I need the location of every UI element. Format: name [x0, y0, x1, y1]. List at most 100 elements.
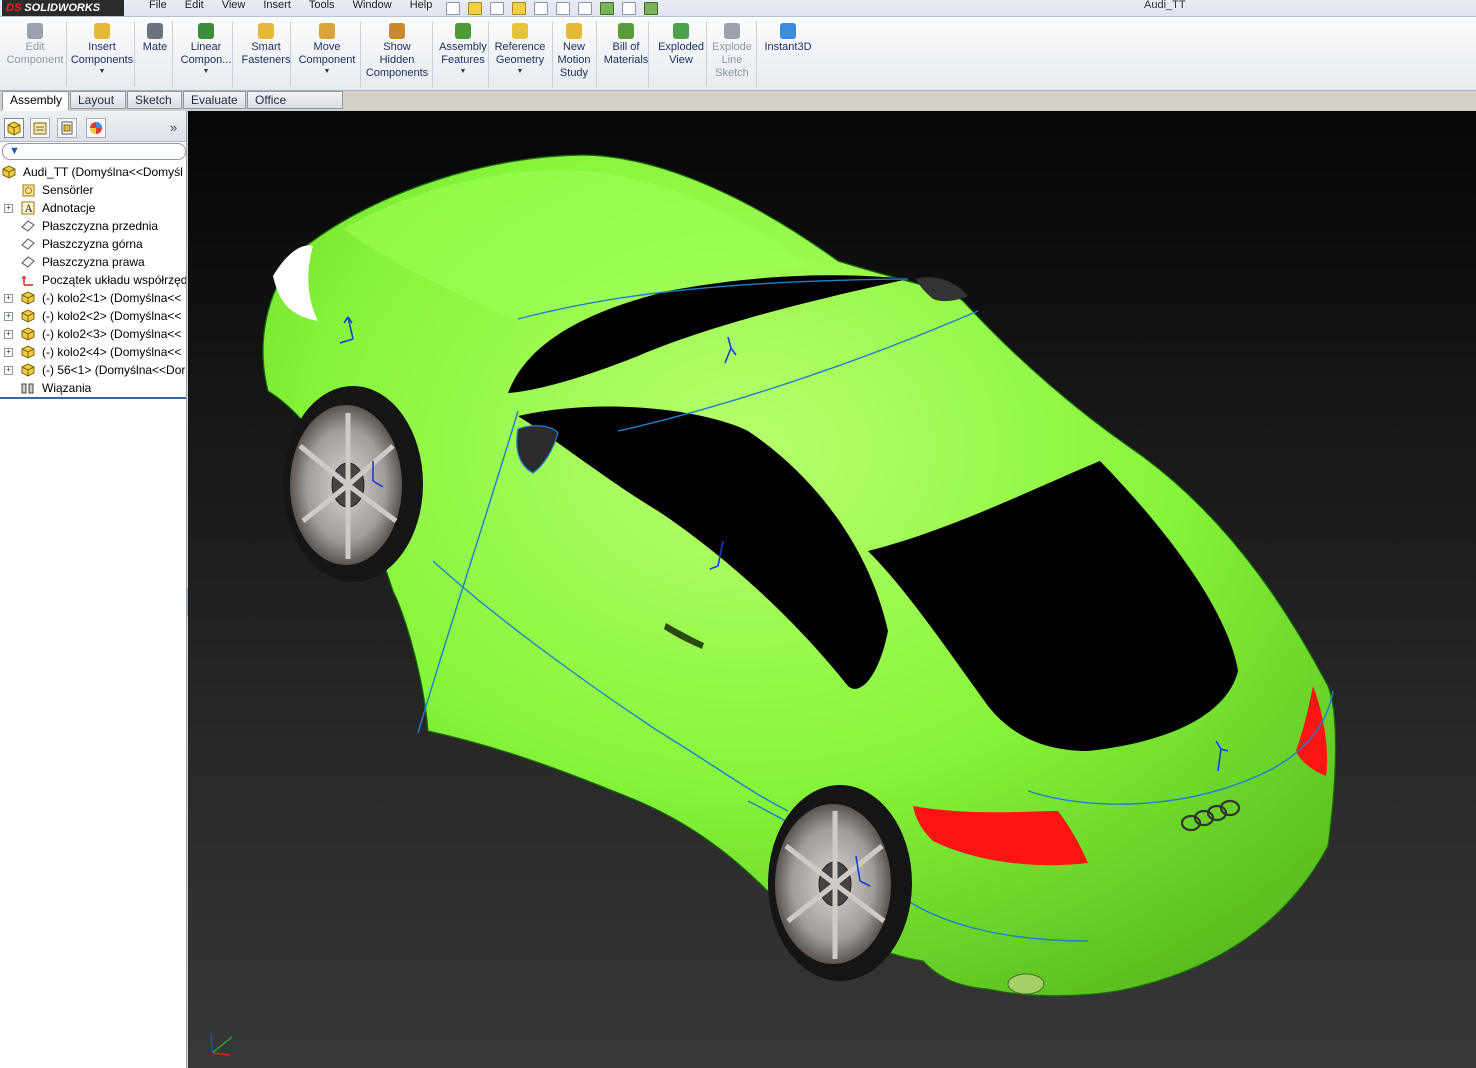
menu-view[interactable]: View	[213, 0, 255, 16]
part-icon	[21, 291, 35, 305]
ribbon-separator	[134, 21, 135, 87]
car-model-view[interactable]	[188, 111, 1476, 1068]
tree-root-assembly[interactable]: Audi_TT (Domyślna<<Domyśl	[0, 163, 186, 181]
ribbon-button-smart-fasteners[interactable]: Smart Fasteners	[238, 21, 294, 67]
menu-file[interactable]: File	[140, 0, 176, 16]
print-icon[interactable]	[534, 1, 548, 15]
expand-toggle-icon[interactable]: +	[4, 294, 13, 303]
annotation-icon: A	[21, 201, 35, 215]
ribbon-button-show-hidden-components[interactable]: Show Hidden Components	[364, 21, 430, 80]
tree-item-label: (-) 56<1> (Domyślna<<Dor	[42, 363, 186, 377]
ribbon-button-move-component[interactable]: Move Component ▼	[296, 21, 358, 77]
menu-help[interactable]: Help	[401, 0, 442, 16]
expand-toggle-icon[interactable]: +	[4, 204, 13, 213]
tree-item[interactable]: Płaszczyzna górna	[0, 235, 186, 253]
tree-item-label: Początek układu współrzędn	[42, 273, 186, 287]
ribbon-button-bill-of-materials[interactable]: Bill of Materials	[601, 21, 651, 67]
display-manager-tab[interactable]	[86, 118, 106, 138]
front-wheel[interactable]	[283, 386, 423, 582]
expand-toggle-icon[interactable]: +	[4, 330, 13, 339]
open-folder-icon[interactable]	[468, 1, 482, 15]
ribbon-separator	[172, 21, 173, 87]
ribbon-button-edit-component[interactable]: Edit Component	[4, 21, 66, 67]
solidworks-logo[interactable]: DS SOLIDWORKS	[2, 0, 124, 16]
ribbon-separator	[596, 21, 597, 87]
plane-icon	[21, 220, 35, 232]
tree-item[interactable]: + (-) kolo2<1> (Domyślna<<	[0, 289, 186, 307]
part-icon	[21, 363, 35, 377]
dropdown-arrow-icon[interactable]: ▼	[176, 67, 236, 77]
expand-toggle-icon[interactable]: +	[4, 312, 13, 321]
insert-components-icon	[94, 23, 110, 39]
ribbon-button-mate[interactable]: Mate	[140, 21, 170, 54]
select-arrow-icon[interactable]	[578, 1, 592, 15]
filter-bar[interactable]: ▼	[2, 143, 186, 160]
property-manager-icon	[33, 122, 47, 135]
dropdown-arrow-icon[interactable]: ▼	[296, 67, 358, 77]
ribbon-button-label: Assembly Features	[439, 41, 487, 66]
expand-toggle-icon[interactable]: +	[4, 348, 13, 357]
tab-office-products[interactable]: Office Products	[247, 91, 343, 124]
dropdown-arrow-icon[interactable]: ▼	[70, 67, 134, 77]
tree-item[interactable]: + (-) kolo2<2> (Domyślna<<	[0, 307, 186, 325]
mate-icon	[147, 23, 163, 39]
dropdown-arrow-icon[interactable]: ▼	[492, 67, 548, 77]
file-properties-icon[interactable]	[622, 1, 636, 15]
property-manager-tab[interactable]	[30, 118, 50, 138]
menu-edit[interactable]: Edit	[176, 0, 213, 16]
feature-manager-tab[interactable]	[4, 118, 24, 138]
tree-item[interactable]: + (-) kolo2<3> (Domyślna<<	[0, 325, 186, 343]
tree-item[interactable]: Sensörler	[0, 181, 186, 199]
tree-item[interactable]: + (-) 56<1> (Domyślna<<Dor	[0, 361, 186, 379]
options-icon[interactable]	[644, 1, 658, 15]
filter-icon[interactable]: ▼	[9, 145, 20, 157]
ribbon-button-insert-components[interactable]: Insert Components ▼	[70, 21, 134, 77]
graphics-area[interactable]	[188, 111, 1476, 1068]
tab-assembly[interactable]: Assembly	[2, 91, 69, 111]
ribbon-button-linear-compon[interactable]: Linear Compon... ▼	[176, 21, 236, 77]
tree-item[interactable]: Wiązania	[0, 379, 186, 397]
dropdown-arrow-icon[interactable]: ▼	[436, 67, 490, 77]
tree-item[interactable]: Płaszczyzna przednia	[0, 217, 186, 235]
configuration-manager-tab[interactable]	[57, 118, 77, 138]
save-icon[interactable]	[490, 1, 504, 15]
tree-item[interactable]: + A Adnotacje	[0, 199, 186, 217]
tree-item[interactable]: Początek układu współrzędn	[0, 271, 186, 289]
ribbon-button-explode-line-sketch[interactable]: Explode Line Sketch	[710, 21, 754, 80]
feature-tree: Audi_TT (Domyślna<<Domyśl Sensörler + A Adn…	[0, 163, 186, 397]
rebuild-warning-icon[interactable]	[512, 1, 526, 15]
tab-sketch[interactable]: Sketch	[127, 91, 182, 109]
ribbon-separator	[552, 21, 553, 87]
tree-item-label: (-) kolo2<2> (Domyślna<<	[42, 309, 182, 323]
configuration-manager-icon	[61, 121, 73, 135]
reference-geometry-icon	[512, 23, 528, 39]
bill-of-materials-icon	[618, 23, 634, 39]
tree-item[interactable]: Płaszczyzna prawa	[0, 253, 186, 271]
tree-item[interactable]: + (-) kolo2<4> (Domyślna<<	[0, 343, 186, 361]
edit-component-icon	[27, 23, 43, 39]
ribbon-button-assembly-features[interactable]: Assembly Features ▼	[436, 21, 490, 77]
ribbon-separator	[290, 21, 291, 87]
new-document-icon[interactable]	[446, 1, 460, 15]
rebuild-icon[interactable]	[600, 1, 614, 15]
ribbon-button-exploded-view[interactable]: Exploded View	[654, 21, 708, 67]
menu-window[interactable]: Window	[344, 0, 401, 16]
tree-item-label: Sensörler	[42, 183, 94, 197]
ribbon-button-reference-geometry[interactable]: Reference Geometry ▼	[492, 21, 548, 77]
menu-insert[interactable]: Insert	[254, 0, 300, 16]
expand-panel-chevron-icon[interactable]: »	[170, 120, 177, 135]
ribbon-separator	[648, 21, 649, 87]
display-manager-icon	[90, 122, 102, 134]
tab-evaluate[interactable]: Evaluate	[183, 91, 246, 109]
part-icon	[21, 345, 35, 359]
ribbon-button-instant3d[interactable]: Instant3D	[762, 21, 814, 54]
undo-icon[interactable]	[556, 1, 570, 15]
coordinate-triad	[210, 1032, 233, 1056]
exploded-view-icon	[673, 23, 689, 39]
rear-wheel[interactable]	[768, 785, 912, 981]
expand-toggle-icon[interactable]: +	[4, 366, 13, 375]
tab-layout[interactable]: Layout	[70, 91, 126, 109]
ribbon-button-new-motion-study[interactable]: New Motion Study	[555, 21, 593, 80]
menu-tools[interactable]: Tools	[300, 0, 344, 16]
show-hidden-icon	[389, 23, 405, 39]
